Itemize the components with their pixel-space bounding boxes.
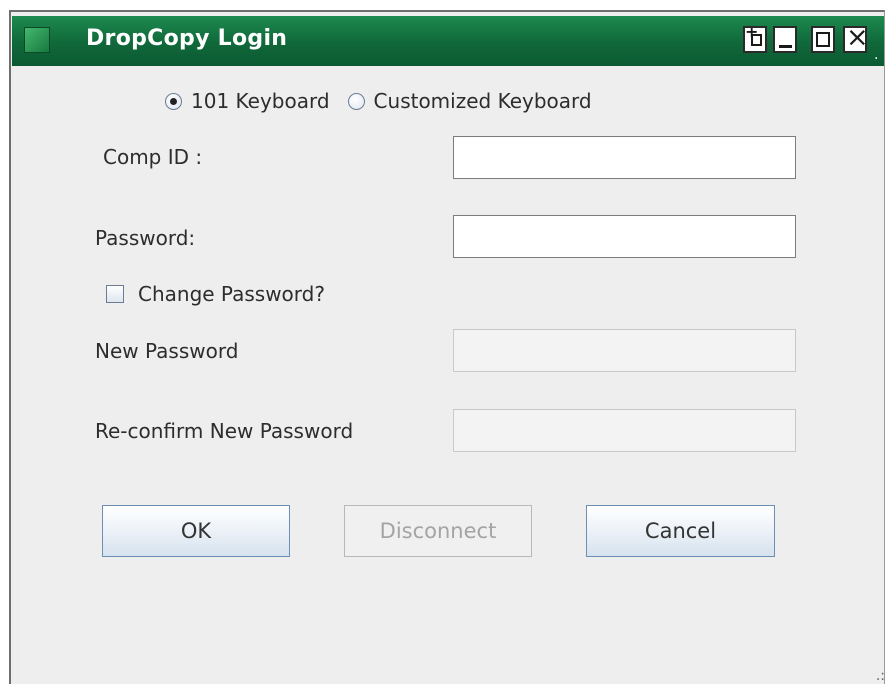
reconfirm-password-field (453, 409, 796, 452)
title-bar[interactable]: DropCopy Login . (12, 16, 884, 66)
titlebar-dots: . (874, 47, 879, 63)
radio-101-keyboard[interactable] (165, 92, 182, 110)
change-password-checkbox[interactable] (106, 285, 124, 303)
comp-id-label: Comp ID : (103, 145, 203, 169)
keyboard-radio-group: 101 Keyboard Customized Keyboard (165, 88, 610, 114)
new-password-field (453, 329, 796, 372)
disconnect-button: Disconnect (344, 505, 532, 557)
password-label: Password: (95, 226, 196, 250)
comp-id-field[interactable] (453, 136, 796, 179)
float-icon[interactable] (743, 26, 767, 53)
minimize-icon[interactable] (773, 26, 797, 53)
radio-customized-keyboard[interactable] (347, 92, 365, 110)
new-password-label: New Password (95, 339, 239, 363)
cancel-button[interactable]: Cancel (586, 505, 775, 557)
maximize-icon[interactable] (811, 26, 835, 53)
radio-101-keyboard-label[interactable]: 101 Keyboard (191, 89, 330, 113)
reconfirm-password-label: Re-confirm New Password (95, 419, 354, 443)
resize-grip-icon[interactable]: .: (876, 669, 885, 683)
window-title: DropCopy Login (86, 26, 288, 51)
radio-customized-keyboard-label[interactable]: Customized Keyboard (374, 89, 592, 113)
ok-button[interactable]: OK (102, 505, 290, 557)
password-field[interactable] (453, 215, 796, 258)
close-icon[interactable] (843, 26, 867, 53)
app-icon (24, 27, 50, 53)
change-password-label[interactable]: Change Password? (138, 282, 325, 306)
